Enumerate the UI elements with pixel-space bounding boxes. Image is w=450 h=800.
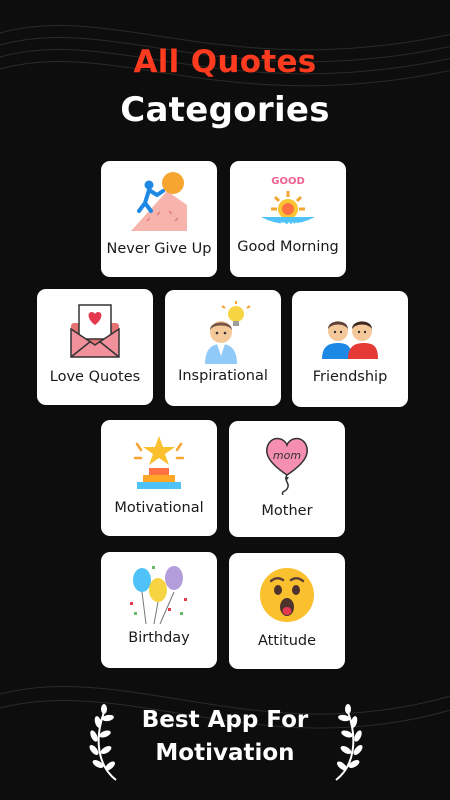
footer-line1: Best App For [141, 707, 309, 733]
balloons-icon [101, 562, 217, 626]
category-card-good-morning[interactable]: GOOD MORNING Good Morning [230, 161, 346, 277]
category-label: Never Give Up [106, 241, 212, 257]
footer-tagline: Best App For Motivation [0, 704, 450, 770]
page-title-line1: All Quotes [133, 44, 317, 80]
category-card-birthday[interactable]: Birthday [101, 552, 217, 668]
category-card-attitude[interactable]: Attitude [229, 553, 345, 669]
category-label: Love Quotes [49, 369, 141, 385]
category-card-love-quotes[interactable]: Love Quotes [37, 289, 153, 405]
category-label: Friendship [312, 369, 388, 385]
category-label: Birthday [128, 630, 190, 646]
category-label: Mother [261, 503, 313, 519]
sun-morning-icon: GOOD MORNING [230, 171, 346, 235]
icon-text-mom: mom [273, 449, 301, 462]
category-card-friendship[interactable]: Friendship [292, 291, 408, 407]
love-letter-icon [37, 299, 153, 363]
category-card-never-give-up[interactable]: Never Give Up [101, 161, 217, 277]
trophy-star-icon [101, 430, 217, 494]
category-card-mother[interactable]: mom Mother [229, 421, 345, 537]
page-title-line2: Categories [120, 90, 330, 130]
idea-person-icon [165, 300, 281, 364]
climber-icon [101, 171, 217, 235]
mom-heart-balloon-icon: mom [229, 431, 345, 495]
icon-text-morning: MORNING [263, 222, 312, 232]
category-label: Attitude [257, 633, 317, 649]
category-label: Motivational [114, 500, 204, 516]
friends-icon [292, 301, 408, 365]
category-label: Inspirational [178, 368, 268, 384]
category-card-motivational[interactable]: Motivational [101, 420, 217, 536]
footer-line2: Motivation [155, 740, 295, 766]
icon-text-good: GOOD [271, 176, 305, 187]
category-card-inspirational[interactable]: Inspirational [165, 290, 281, 406]
surprised-face-icon [229, 563, 345, 627]
category-label: Good Morning [237, 239, 339, 255]
